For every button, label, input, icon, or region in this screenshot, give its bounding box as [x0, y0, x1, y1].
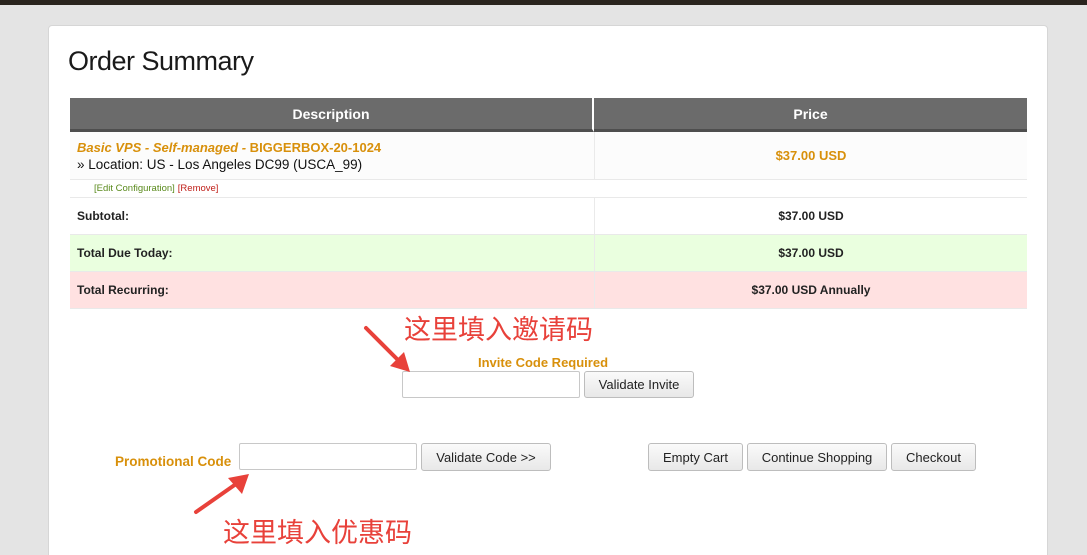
invite-arrow-icon: [364, 326, 410, 372]
annotation-arrows: [194, 326, 410, 514]
promo-arrow-icon: [194, 474, 249, 514]
